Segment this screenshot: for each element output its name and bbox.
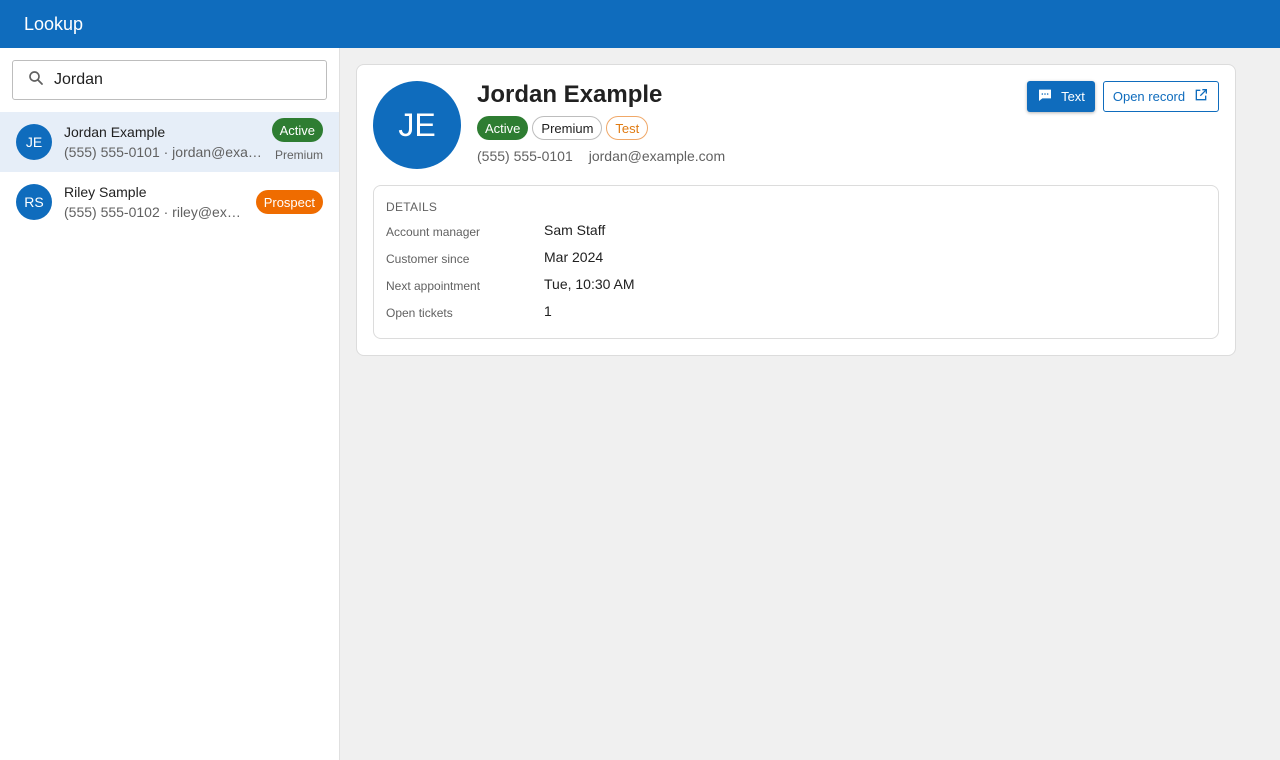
result-contact: (555) 555-0101 · jordan@example.com <box>64 144 264 160</box>
text-button[interactable]: Text <box>1027 81 1095 112</box>
text-button-label: Text <box>1061 89 1085 104</box>
detail-label: Next appointment <box>386 279 481 293</box>
external-link-icon <box>1185 87 1209 106</box>
detail-row: Customer since Mar 2024 <box>386 249 1206 269</box>
tag-list: Active Premium Test <box>477 116 649 140</box>
tag-premium: Premium <box>532 116 603 140</box>
detail-label: Customer since <box>386 252 470 266</box>
status-badge: Active <box>271 118 323 142</box>
search-icon <box>27 69 45 92</box>
status-badge: Prospect <box>255 190 323 214</box>
avatar: JE <box>373 81 461 169</box>
open-record-label: Open record <box>1112 89 1186 104</box>
results-sidebar: Jordan JE Jordan Example (555) 555-0101 … <box>0 48 340 760</box>
result-item-jordan[interactable]: JE Jordan Example (555) 555-0101 · jorda… <box>0 112 339 172</box>
detail-value: 1 <box>544 303 552 319</box>
avatar: RS <box>16 184 52 220</box>
contact-card: JE Jordan Example Active Premium Test (5… <box>356 64 1236 356</box>
contact-email: jordan@example.com <box>588 148 726 164</box>
result-name: Jordan Example <box>64 124 166 140</box>
details-title: DETAILS <box>386 200 438 214</box>
result-item-riley[interactable]: RS Riley Sample (555) 555-0102 · riley@e… <box>0 172 339 232</box>
detail-label: Open tickets <box>386 306 453 320</box>
contact-name: Jordan Example <box>477 81 663 108</box>
tier-label: Premium <box>274 148 323 162</box>
tag-active: Active <box>477 116 529 140</box>
result-contact: (555) 555-0102 · riley@example.com <box>64 204 244 220</box>
detail-row: Account manager Sam Staff <box>386 222 1206 242</box>
search-value: Jordan <box>54 71 103 88</box>
detail-row: Open tickets 1 <box>386 303 1206 323</box>
app-title: Lookup <box>24 13 84 34</box>
message-icon <box>1037 87 1061 106</box>
open-record-button[interactable]: Open record <box>1103 81 1219 112</box>
search-input[interactable]: Jordan <box>12 60 327 100</box>
details-panel: DETAILS Account manager Sam Staff Custom… <box>373 185 1219 339</box>
detail-value: Sam Staff <box>544 222 606 238</box>
contact-info: (555) 555-0101 jordan@example.com <box>477 148 725 164</box>
detail-value: Mar 2024 <box>544 249 604 265</box>
avatar: JE <box>16 124 52 160</box>
detail-value: Tue, 10:30 AM <box>544 276 635 292</box>
tag-test: Test <box>606 116 649 140</box>
detail-label: Account manager <box>386 225 481 239</box>
app-bar: Lookup <box>0 0 1280 48</box>
result-name: Riley Sample <box>64 184 147 200</box>
contact-phone: (555) 555-0101 <box>477 148 573 164</box>
detail-row: Next appointment Tue, 10:30 AM <box>386 276 1206 296</box>
